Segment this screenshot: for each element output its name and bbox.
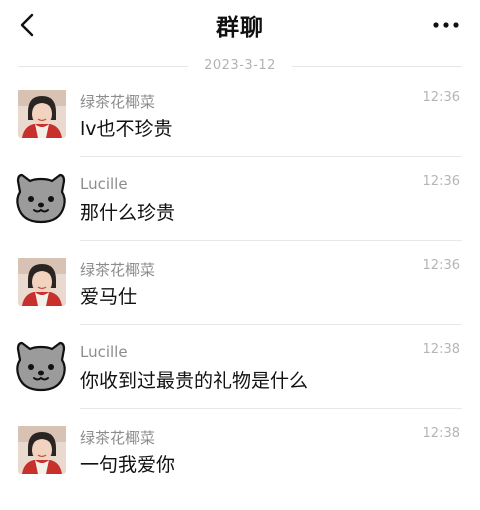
avatar[interactable]	[18, 90, 66, 138]
photo-avatar-icon	[18, 90, 66, 138]
message-time: 12:38	[422, 426, 460, 441]
message-text: 那什么珍贵	[80, 202, 176, 224]
message-time: 12:36	[422, 174, 460, 189]
message-time: 12:36	[422, 90, 460, 105]
avatar[interactable]	[14, 340, 68, 394]
avatar[interactable]	[14, 172, 68, 226]
more-button[interactable]	[430, 13, 462, 37]
message-time: 12:36	[422, 258, 460, 273]
message-divider	[80, 156, 462, 157]
message-text: 你收到过最贵的礼物是什么	[80, 370, 309, 392]
sender-name: 绿茶花椰菜	[80, 93, 156, 111]
sender-name: 绿茶花椰菜	[80, 429, 156, 447]
message-time: 12:38	[422, 342, 460, 357]
dog-avatar-icon	[16, 341, 66, 392]
date-separator: 2023-3-12	[18, 56, 462, 76]
message-divider	[80, 324, 462, 325]
message-item[interactable]: 绿茶花椰菜 12:36 lv也不珍贵	[0, 90, 480, 174]
message-item[interactable]: 绿茶花椰菜 12:36 爱马仕	[0, 258, 480, 342]
message-divider	[80, 240, 462, 241]
photo-avatar-icon	[18, 426, 66, 474]
more-dots-icon	[433, 22, 459, 28]
date-divider-right	[292, 66, 462, 67]
nav-bar: 群聊	[0, 0, 480, 50]
avatar[interactable]	[18, 426, 66, 474]
sender-name: Lucille	[80, 175, 128, 193]
sender-name: Lucille	[80, 343, 128, 361]
message-text: 一句我爱你	[80, 454, 176, 476]
avatar[interactable]	[18, 258, 66, 306]
sender-name: 绿茶花椰菜	[80, 261, 156, 279]
page-title: 群聊	[216, 15, 264, 41]
photo-avatar-icon	[18, 258, 66, 306]
dog-avatar-icon	[16, 173, 66, 224]
message-text: lv也不珍贵	[80, 118, 173, 140]
message-item[interactable]: Lucille 12:36 那什么珍贵	[0, 172, 480, 258]
message-text: 爱马仕	[80, 286, 138, 308]
message-divider	[80, 408, 462, 409]
message-item[interactable]: 绿茶花椰菜 12:38 一句我爱你	[0, 426, 480, 510]
message-item[interactable]: Lucille 12:38 你收到过最贵的礼物是什么	[0, 340, 480, 426]
